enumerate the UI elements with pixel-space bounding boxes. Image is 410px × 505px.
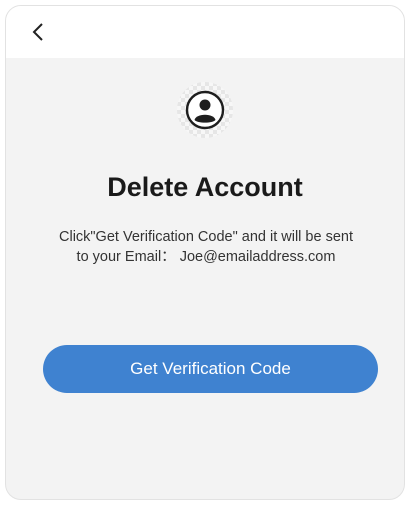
avatar: [177, 82, 233, 138]
back-button[interactable]: [24, 18, 52, 46]
instruction-line-1: Click"Get Verification Code" and it will…: [59, 229, 353, 245]
user-avatar-icon: [185, 90, 225, 130]
top-navigation-bar: [6, 6, 404, 58]
page-title: Delete Account: [107, 172, 303, 202]
instruction-line-2: to your Email： Joe@emailaddress.com: [76, 249, 336, 265]
delete-account-screen: Delete Account Click"Get Verification Co…: [5, 5, 405, 500]
chevron-left-icon: [32, 23, 43, 41]
get-verification-code-button[interactable]: Get Verification Code: [43, 345, 378, 393]
instruction-text: Click"Get Verification Code" and it will…: [36, 227, 376, 267]
